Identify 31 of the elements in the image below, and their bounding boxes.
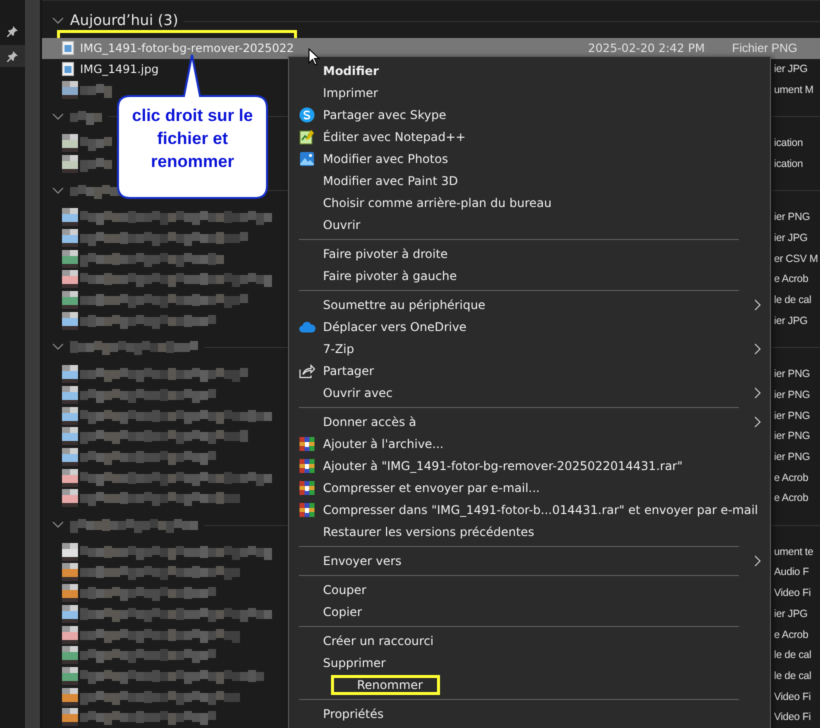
type-cell-text: ier PNG [773,410,811,422]
type-cell-text: ument te [773,546,814,558]
type-cell-text: ier PNG [773,368,811,380]
type-cell-text: e Acrob [773,273,810,286]
type-cell-text: Fichier PNG [732,41,798,56]
type-cell-text: le de cal [773,294,812,306]
callout-text: clic droit sur le fichier et renommer [131,105,254,173]
type-cell-text: e Acrob [773,472,810,484]
file-name: IMG_1491.jpg [80,62,159,76]
type-cell-text: ier JPG [773,608,809,620]
type-cell-text: ication [773,137,804,150]
type-cell-text: ier PNG [773,388,811,401]
file-name: IMG_1491-fotor-bg-remover-2025022 [80,41,294,56]
type-cell-text: le de cal [773,649,812,662]
type-cell-text: ier JPG [773,63,809,76]
type-cell-text: ier PNG [773,211,811,224]
date-cell-text: 2025-02-20 2:42 PM [588,41,706,56]
type-cell-text: Video Fi [773,690,812,703]
type-cell-text: ier PNG [773,450,811,463]
type-cell-text: e Acrob [773,492,810,504]
type-cell-text: le de cal [773,670,812,682]
type-cell-text: ier JPG [773,314,809,327]
type-cell-text: ication [773,158,804,170]
type-cell-text: ier JPG [773,232,809,244]
type-cell-text: ier PNG [773,430,811,442]
type-cell-text: ument M [773,84,814,96]
type-cell-text: Audio F [773,566,810,578]
type-cell-text: Video Fi [773,587,812,600]
type-cell-text: Video Fi [773,711,812,724]
type-cell-text: er CSV M [773,252,819,265]
type-cell-text: e Acrob [773,628,810,641]
